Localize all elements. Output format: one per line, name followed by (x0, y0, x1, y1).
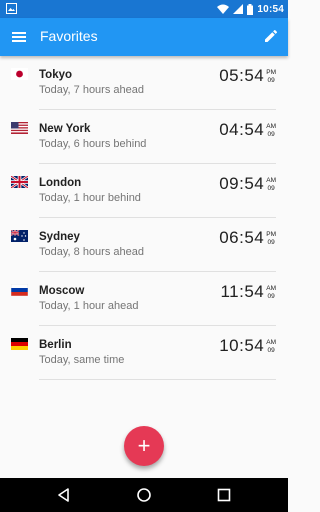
add-favorite-button[interactable]: + (124, 426, 164, 466)
seconds-label: 09 (267, 292, 275, 300)
menu-icon[interactable] (11, 29, 27, 45)
divider (39, 379, 276, 380)
russia-flag-icon (11, 284, 28, 296)
uk-flag-icon (11, 176, 28, 188)
status-icons: 10:54 (217, 0, 284, 18)
status-bar: 10:54 (0, 0, 288, 18)
time-difference: Today, 1 hour ahead (39, 300, 139, 312)
clock: 06:54 PM 09 (219, 228, 276, 248)
seconds-label: 09 (267, 238, 275, 246)
clock: 05:54 PM 09 (219, 66, 276, 86)
favorite-row-berlin[interactable]: Berlin Today, same time 10:54 AM 09 (0, 326, 288, 380)
favorite-row-new-york[interactable]: New York Today, 6 hours behind 04:54 AM … (0, 110, 288, 164)
germany-flag-icon (11, 338, 28, 350)
time-suffix: AM 09 (266, 336, 276, 354)
time-difference: Today, 7 hours ahead (39, 84, 144, 96)
city-name: New York (39, 123, 91, 135)
time-suffix: PM 09 (266, 228, 276, 246)
page-title: Favorites (40, 28, 98, 44)
clock: 04:54 AM 09 (219, 120, 276, 140)
signal-icon (233, 4, 244, 14)
clock: 09:54 AM 09 (219, 174, 276, 194)
city-name: Tokyo (39, 69, 73, 81)
clock: 11:54 AM 09 (220, 282, 276, 302)
ampm-label: PM (266, 231, 276, 238)
local-time: 11:54 (220, 282, 265, 301)
app-bar: Favorites (0, 18, 288, 56)
recents-icon[interactable] (216, 487, 232, 503)
battery-icon (247, 3, 254, 15)
add-icon: + (137, 433, 151, 458)
favorite-row-moscow[interactable]: Moscow Today, 1 hour ahead 11:54 AM 09 (0, 272, 288, 326)
seconds-label: 09 (267, 76, 275, 84)
back-icon[interactable] (56, 487, 72, 503)
city-name: Sydney (39, 231, 80, 243)
favorite-row-london[interactable]: London Today, 1 hour behind 09:54 AM 09 (0, 164, 288, 218)
local-time: 10:54 (219, 336, 265, 355)
time-suffix: AM 09 (266, 282, 276, 300)
favorite-row-tokyo[interactable]: Tokyo Today, 7 hours ahead 05:54 PM 09 (0, 56, 288, 110)
city-name: Berlin (39, 339, 72, 351)
local-time: 06:54 (219, 228, 265, 247)
edit-icon[interactable] (263, 28, 279, 44)
local-time: 05:54 (219, 66, 265, 85)
local-time: 04:54 (219, 120, 265, 139)
ampm-label: AM (266, 339, 276, 346)
ampm-label: AM (266, 123, 276, 130)
seconds-label: 09 (267, 184, 275, 192)
city-name: London (39, 177, 82, 189)
clock: 10:54 AM 09 (219, 336, 276, 356)
time-suffix: PM 09 (266, 66, 276, 84)
home-icon[interactable] (136, 487, 152, 503)
australia-flag-icon (11, 230, 28, 242)
seconds-label: 09 (267, 346, 275, 354)
time-difference: Today, 6 hours behind (39, 138, 147, 150)
ampm-label: AM (266, 177, 276, 184)
time-difference: Today, 8 hours ahead (39, 246, 144, 258)
japan-flag-icon (11, 68, 28, 80)
time-suffix: AM 09 (266, 120, 276, 138)
image-icon (6, 3, 17, 14)
city-name: Moscow (39, 285, 85, 297)
time-difference: Today, 1 hour behind (39, 192, 141, 204)
time-suffix: AM 09 (266, 174, 276, 192)
favorite-row-sydney[interactable]: Sydney Today, 8 hours ahead 06:54 PM 09 (0, 218, 288, 272)
ampm-label: AM (266, 285, 276, 292)
usa-flag-icon (11, 122, 28, 134)
system-nav-bar (0, 478, 288, 512)
status-time: 10:54 (257, 3, 284, 15)
ampm-label: PM (266, 69, 276, 76)
seconds-label: 09 (267, 130, 275, 138)
wifi-icon (217, 4, 230, 14)
time-difference: Today, same time (39, 354, 125, 366)
local-time: 09:54 (219, 174, 265, 193)
